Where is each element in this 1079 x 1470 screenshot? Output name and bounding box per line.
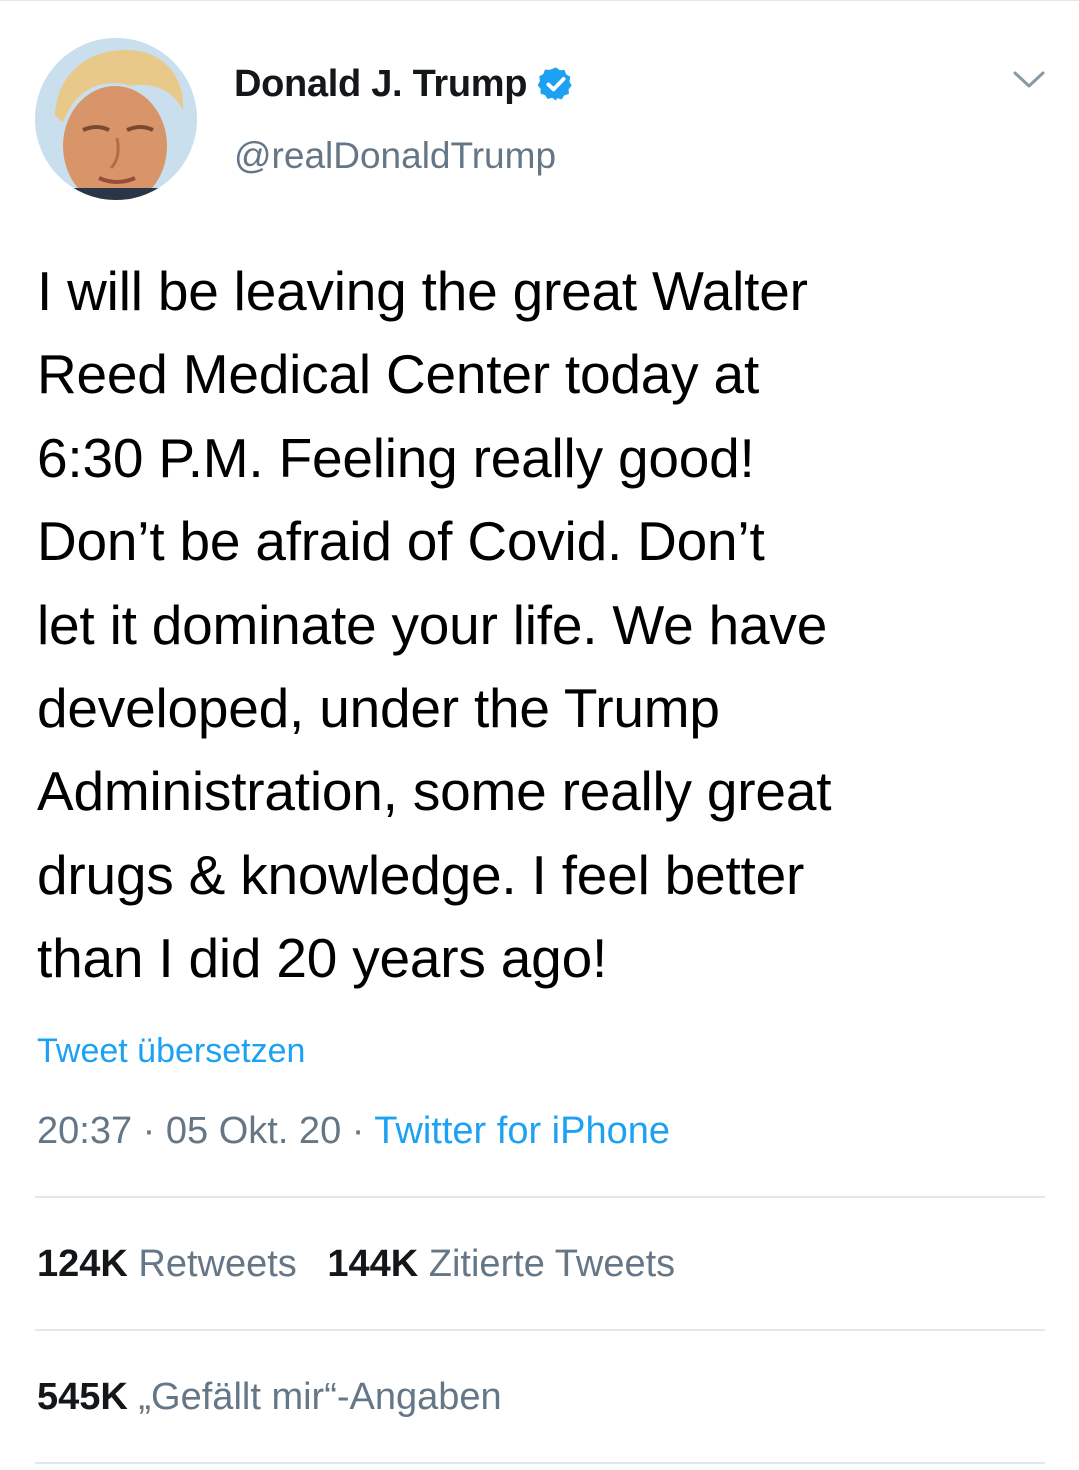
verified-badge-icon [537, 67, 572, 101]
retweets-count: 124K [37, 1243, 128, 1285]
author-display-name[interactable]: Donald J. Trump [234, 63, 528, 106]
quote-tweets-count: 144K [327, 1243, 419, 1285]
divider [35, 1462, 1045, 1464]
tweet-date: 05 Okt. 20 [165, 1110, 342, 1152]
profile-photo-icon [35, 38, 197, 200]
author-handle[interactable]: @realDonaldTrump [234, 135, 556, 177]
top-border [0, 0, 1079, 1]
retweets-stat[interactable]: 124K Retweets [37, 1243, 297, 1286]
likes-stat[interactable]: 545K „Gefällt mir“-Angaben [37, 1376, 502, 1419]
tweet-time: 20:37 [37, 1110, 133, 1152]
translate-tweet-link[interactable]: Tweet übersetzen [37, 1032, 305, 1071]
chevron-down-icon[interactable] [1012, 68, 1046, 92]
quote-tweets-stat[interactable]: 144K Zitierte Tweets [327, 1243, 675, 1286]
avatar[interactable] [35, 38, 197, 200]
likes-stats-row: 545K „Gefällt mir“-Angaben [37, 1376, 502, 1419]
tweet-metadata: 20:37 · 05 Okt. 20 · Twitter for iPhone [37, 1110, 670, 1153]
quote-tweets-label: Zitierte Tweets [428, 1243, 676, 1285]
meta-separator: · [142, 1110, 156, 1152]
meta-separator: · [351, 1110, 365, 1152]
retweets-label: Retweets [138, 1243, 297, 1285]
divider [35, 1329, 1045, 1331]
tweet-source-link[interactable]: Twitter for iPhone [374, 1110, 670, 1152]
likes-count: 545K [37, 1376, 128, 1418]
engagement-stats-row: 124K Retweets 144K Zitierte Tweets [37, 1243, 675, 1286]
author-name-row[interactable]: Donald J. Trump [234, 62, 575, 106]
tweet-text: I will be leaving the great Walter Reed … [37, 260, 832, 990]
divider [35, 1196, 1045, 1198]
likes-label: „Gefällt mir“-Angaben [138, 1376, 502, 1418]
